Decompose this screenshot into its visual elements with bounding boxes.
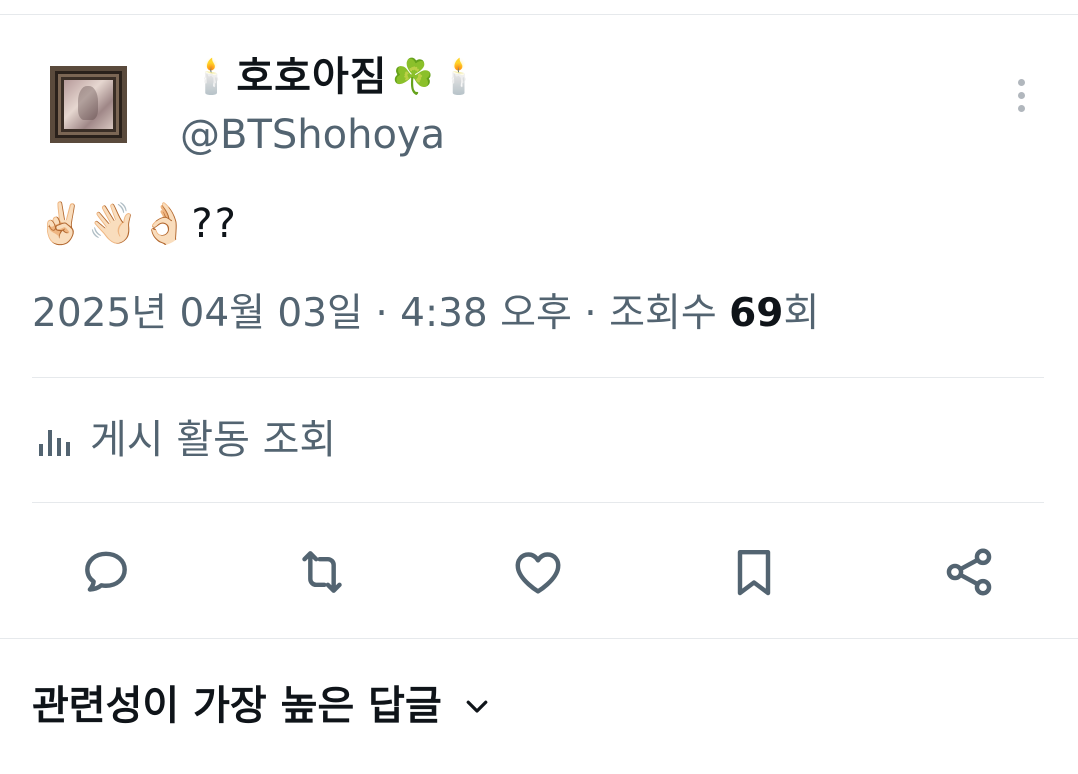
avatar[interactable] [50,66,127,143]
retweet-button[interactable] [290,540,354,604]
bookmark-icon [737,549,771,596]
bookmark-button[interactable] [722,540,786,604]
candle-emoji: 🕯️ [437,57,481,97]
divider [32,502,1044,503]
meta-separator: · [362,291,401,336]
replies-sort-dropdown[interactable]: 관련성이 가장 높은 답글 [32,676,492,736]
clover-emoji: ☘️ [391,57,434,97]
repost-arrows-icon [302,551,342,593]
speech-bubble-icon [85,551,127,592]
post-analytics-label: 게시 활동 조회 [90,417,337,463]
avatar-image [64,80,113,129]
share-button[interactable] [937,540,1001,604]
tweet-text: ✌🏻👋🏻👌🏻?? [36,201,238,247]
tweet-actions-bar [0,540,1078,606]
views-count: 69 [729,291,784,336]
replies-sort-label: 관련성이 가장 높은 답글 [32,683,442,729]
share-nodes-icon [946,548,992,596]
divider [0,638,1078,639]
author-display-name[interactable]: 호호아짐 [236,48,387,106]
candle-emoji: 🕯️ [190,57,233,97]
heart-icon [515,552,561,594]
meta-separator: · [571,291,610,336]
author-handle[interactable]: @BTShohoya [180,110,445,160]
tweet-date[interactable]: 2025년 04월 03일 [32,291,363,336]
chevron-down-icon [466,700,488,713]
tweet-meta: 2025년 04월 03일 · 4:38 오후 · 조회수 69회 [32,286,819,342]
bar-chart-icon [39,430,70,456]
top-divider [0,14,1078,15]
views-suffix: 회 [783,291,820,336]
post-analytics-link[interactable]: 게시 활동 조회 [36,412,336,468]
author-name-row[interactable]: 🕯️ 호호아짐 ☘️ 🕯️ [190,48,480,106]
more-options-icon[interactable] [1005,75,1039,115]
reply-button[interactable] [74,540,138,604]
tweet-time[interactable]: 4:38 오후 [400,291,572,336]
like-button[interactable] [506,540,570,604]
views-label: 조회수 [609,291,717,336]
divider [32,377,1044,378]
